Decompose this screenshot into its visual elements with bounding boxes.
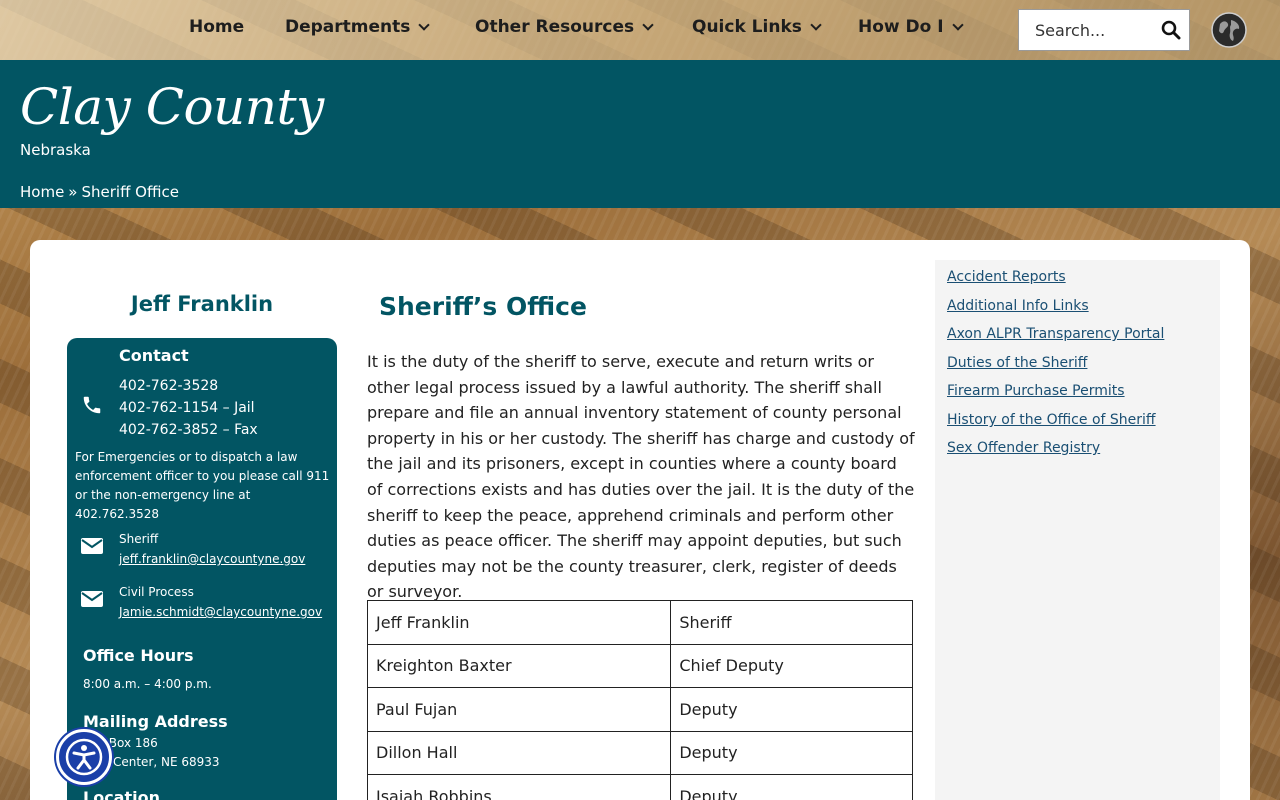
sidebar-links-panel: Accident Reports Additional Info Links A… (935, 260, 1220, 800)
breadcrumb-current: Sheriff Office (81, 183, 179, 201)
staff-role-cell: Deputy (670, 730, 913, 775)
staff-name-cell: Paul Fujan (366, 687, 672, 732)
site-logo-subtitle: Nebraska (20, 141, 91, 159)
search-box (1018, 9, 1190, 51)
sidebar-link-axon-alpr[interactable]: Axon ALPR Transparency Portal (947, 326, 1164, 342)
nav-how-do-i-label: How Do I (858, 17, 944, 37)
table-row: Dillon Hall Deputy (366, 730, 913, 775)
search-input[interactable] (1019, 20, 1154, 40)
sheriff-email-block: Sheriff jeff.franklin@claycountyne.gov (119, 529, 305, 569)
staff-role-cell: Chief Deputy (670, 643, 913, 688)
sidebar-link-firearm-permits[interactable]: Firearm Purchase Permits (947, 383, 1125, 399)
contact-heading: Contact (119, 346, 189, 365)
sidebar-link-additional-info[interactable]: Additional Info Links (947, 298, 1089, 314)
office-hours-heading: Office Hours (83, 646, 194, 665)
mailing-address-heading: Mailing Address (83, 712, 228, 731)
nav-home[interactable]: Home (189, 17, 244, 37)
sidebar-link-history[interactable]: History of the Office of Sheriff (947, 412, 1156, 428)
breadcrumb-home-link[interactable]: Home (20, 183, 64, 201)
sheriff-email-label: Sheriff (119, 532, 159, 546)
staff-table: Jeff Franklin Sheriff Kreighton Baxter C… (366, 600, 913, 800)
staff-name-cell: Dillon Hall (366, 730, 672, 775)
mail-icon (81, 538, 103, 554)
chevron-down-icon (951, 18, 964, 31)
nav-quick-links-label: Quick Links (692, 17, 802, 37)
civil-process-email-link[interactable]: Jamie.schmidt@claycountyne.gov (119, 605, 322, 619)
breadcrumb: Home » Sheriff Office (20, 183, 179, 201)
phone-fax: 402-762-3852 – Fax (119, 422, 258, 438)
staff-role-cell: Deputy (670, 774, 913, 800)
staff-name-cell: Kreighton Baxter (366, 643, 672, 688)
emergency-note: For Emergencies or to dispatch a law enf… (75, 450, 330, 521)
nav-other-resources[interactable]: Other Resources (475, 17, 654, 37)
sidebar-link-duties[interactable]: Duties of the Sheriff (947, 355, 1087, 371)
site-header: Clay County Nebraska Home » Sheriff Offi… (0, 60, 1280, 208)
chevron-down-icon (642, 18, 654, 31)
nav-home-label: Home (189, 17, 245, 37)
office-hours-text: 8:00 a.m. – 4:00 p.m. (83, 677, 212, 691)
nav-quick-links[interactable]: Quick Links (692, 17, 822, 37)
nav-other-resources-label: Other Resources (475, 17, 635, 37)
breadcrumb-separator: » (68, 183, 78, 201)
phone-numbers: 402-762-3528 402-762-1154 – Jail 402-762… (119, 375, 258, 441)
civil-process-email-label: Civil Process (119, 585, 194, 599)
globe-icon[interactable] (1211, 12, 1247, 48)
table-row: Paul Fujan Deputy (366, 687, 913, 732)
search-button[interactable] (1154, 10, 1188, 50)
chevron-down-icon (418, 18, 431, 31)
sidebar-link-sex-offender-registry[interactable]: Sex Offender Registry (947, 440, 1100, 456)
accessibility-icon (65, 738, 103, 776)
civil-process-email-block: Civil Process Jamie.schmidt@claycountyne… (119, 582, 322, 622)
page-body-text: It is the duty of the sheriff to serve, … (367, 352, 915, 602)
staff-name-cell: Isaiah Robbins (366, 774, 672, 800)
contact-panel: Contact 402-762-3528 402-762-1154 – Jail… (67, 338, 337, 800)
nav-departments[interactable]: Departments (285, 17, 431, 37)
page-title: Sheriff’s Office (379, 292, 587, 321)
search-icon (1161, 20, 1181, 40)
nav-how-do-i[interactable]: How Do I (858, 17, 964, 37)
table-row: Isaiah Robbins Deputy (366, 774, 913, 800)
table-row: Kreighton Baxter Chief Deputy (366, 643, 913, 688)
sidebar-link-accident-reports[interactable]: Accident Reports (947, 269, 1066, 285)
staff-role-cell: Deputy (670, 687, 913, 732)
chevron-down-icon (810, 18, 822, 31)
staff-role-cell: Sheriff (670, 600, 913, 645)
mail-icon (81, 591, 103, 607)
site-logo-title[interactable]: Clay County (20, 78, 324, 136)
staff-name-cell: Jeff Franklin (366, 600, 672, 645)
sheriff-email-link[interactable]: jeff.franklin@claycountyne.gov (119, 552, 305, 566)
phone-main: 402-762-3528 (119, 378, 219, 394)
table-row: Jeff Franklin Sheriff (366, 600, 913, 645)
top-navigation: Home Departments Other Resources Quick L… (0, 0, 1280, 60)
location-heading: Location (83, 788, 160, 800)
sheriff-name: Jeff Franklin (130, 292, 274, 316)
accessibility-button[interactable] (56, 729, 112, 785)
phone-jail: 402-762-1154 – Jail (119, 400, 255, 416)
phone-icon (83, 396, 101, 414)
nav-departments-label: Departments (285, 17, 411, 37)
